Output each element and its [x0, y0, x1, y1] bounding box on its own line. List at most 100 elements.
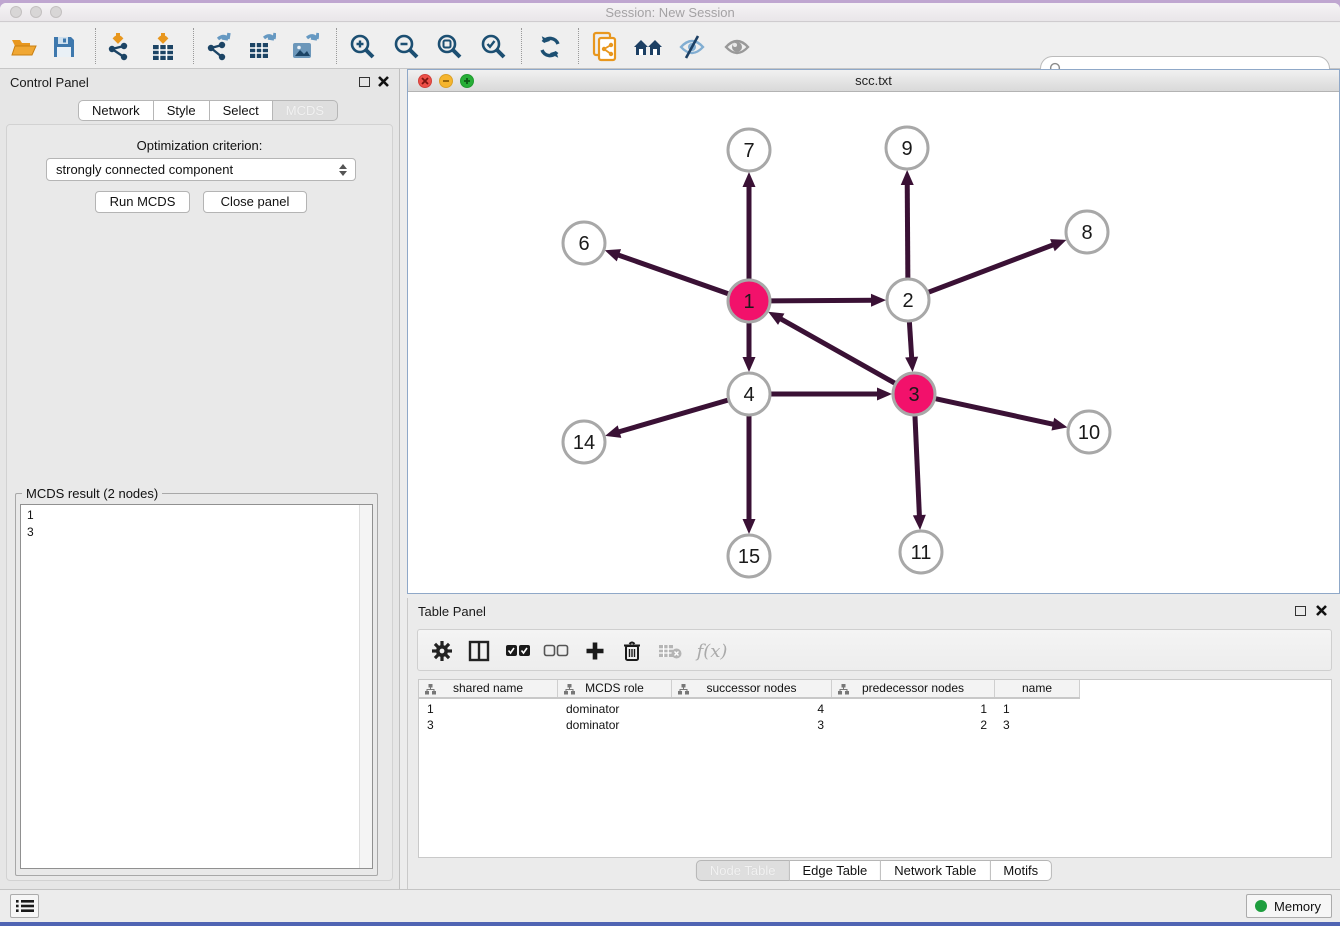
eye-slash-icon	[678, 34, 706, 60]
import-network-button[interactable]	[102, 31, 134, 63]
network-frame-titlebar[interactable]: scc.txt	[408, 70, 1339, 92]
float-panel-icon[interactable]	[359, 77, 370, 87]
unselect-all-columns-button[interactable]	[542, 637, 570, 665]
tab-mcds[interactable]: MCDS	[273, 100, 338, 121]
show-view-button[interactable]	[721, 31, 753, 63]
network-canvas[interactable]: 7968124314101511	[408, 92, 1339, 593]
close-panel-icon[interactable]	[377, 75, 390, 88]
networks-home-button[interactable]	[632, 31, 664, 63]
graph-edge-3-10[interactable]	[935, 399, 1055, 425]
graph-edge-2-3[interactable]	[909, 322, 911, 360]
save-icon	[52, 35, 76, 59]
node-table: shared name MCDS role successor nodes pr…	[418, 679, 1332, 858]
cell-successor-nodes[interactable]: 4	[672, 701, 832, 717]
memory-button[interactable]: Memory	[1246, 894, 1332, 918]
graph-edge-arrow-1-7	[743, 172, 756, 187]
delete-table-button[interactable]	[656, 637, 684, 665]
close-panel-button[interactable]: Close panel	[203, 191, 307, 213]
mcds-result-text: 13	[27, 507, 34, 541]
mcds-tab-content: Optimization criterion: strongly connect…	[6, 124, 393, 881]
float-panel-icon[interactable]	[1295, 606, 1306, 616]
app-window: Session: New Session	[0, 3, 1340, 922]
column-header-mcds-role[interactable]: MCDS role	[558, 680, 672, 697]
column-header-predecessor-nodes[interactable]: predecessor nodes	[832, 680, 995, 697]
run-mcds-button[interactable]: Run MCDS	[95, 191, 190, 213]
hide-annotations-button[interactable]	[676, 31, 708, 63]
cell-successor-nodes[interactable]: 3	[672, 717, 832, 733]
column-header-name[interactable]: name	[995, 680, 1080, 697]
tab-network[interactable]: Network	[78, 100, 154, 121]
apply-layout-button[interactable]	[534, 31, 566, 63]
gear-icon	[431, 640, 453, 662]
create-column-button[interactable]	[581, 637, 609, 665]
graph-edge-arrow-4-14	[605, 425, 621, 437]
graph-edge-arrow-1-6	[605, 249, 621, 261]
mcds-result-area[interactable]: 13	[20, 504, 373, 869]
graph-edge-2-8[interactable]	[929, 244, 1056, 292]
function-builder-button[interactable]: f(x)	[692, 637, 732, 665]
graph-node-label-4: 4	[743, 384, 754, 406]
graph-edge-3-1[interactable]	[779, 318, 895, 384]
zoom-fit-button[interactable]	[433, 31, 465, 63]
graph-node-label-10: 10	[1078, 422, 1100, 444]
graph-edge-1-2[interactable]	[771, 300, 874, 301]
table-options-button[interactable]	[428, 637, 456, 665]
hierarchy-icon	[678, 684, 689, 695]
delete-column-button[interactable]	[618, 637, 646, 665]
close-panel-icon[interactable]	[1315, 604, 1328, 617]
import-table-button[interactable]	[147, 31, 179, 63]
graph-edge-3-11[interactable]	[915, 416, 920, 518]
tab-style[interactable]: Style	[154, 100, 210, 121]
show-column-panel-button[interactable]	[465, 637, 493, 665]
tab-node-table[interactable]: Node Table	[696, 860, 790, 881]
houses-icon	[632, 35, 664, 59]
cell-name[interactable]: 1	[995, 701, 1080, 717]
cell-predecessor-nodes[interactable]: 1	[832, 701, 995, 717]
graph-edge-4-14[interactable]	[617, 400, 728, 432]
toolbar-separator	[193, 28, 194, 64]
zoom-selected-icon	[479, 33, 507, 61]
column-header-successor-nodes[interactable]: successor nodes	[672, 680, 832, 697]
graph-node-label-2: 2	[902, 290, 913, 312]
main-toolbar	[0, 23, 1340, 69]
hierarchy-icon	[838, 684, 849, 695]
graph-edge-2-9[interactable]	[907, 182, 908, 278]
select-all-columns-button[interactable]	[504, 637, 532, 665]
zoom-selected-button[interactable]	[477, 31, 509, 63]
delete-table-icon	[658, 643, 682, 659]
graph-edge-1-6[interactable]	[616, 254, 728, 293]
tab-network-table[interactable]: Network Table	[881, 860, 990, 881]
result-scrollbar[interactable]	[359, 505, 372, 868]
cell-mcds-role[interactable]: dominator	[558, 701, 672, 717]
table-row[interactable]: 1 dominator 4 1 1	[419, 701, 1080, 717]
control-panel-header: Control Panel	[0, 69, 399, 95]
open-session-button[interactable]	[8, 31, 40, 63]
tab-edge-table[interactable]: Edge Table	[789, 860, 881, 881]
zoom-out-button[interactable]	[390, 31, 422, 63]
export-network-button[interactable]	[202, 31, 234, 63]
cell-name[interactable]: 3	[995, 717, 1080, 733]
zoom-fit-icon	[435, 33, 463, 61]
tab-motifs[interactable]: Motifs	[990, 860, 1052, 881]
fx-icon: f(x)	[697, 641, 728, 662]
cell-mcds-role[interactable]: dominator	[558, 717, 672, 733]
cell-predecessor-nodes[interactable]: 2	[832, 717, 995, 733]
criterion-select[interactable]: strongly connected component	[46, 158, 356, 181]
export-table-button[interactable]	[246, 31, 278, 63]
cell-shared-name[interactable]: 3	[419, 717, 558, 733]
tab-select[interactable]: Select	[210, 100, 273, 121]
column-header-shared-name[interactable]: shared name	[419, 680, 558, 697]
cell-shared-name[interactable]: 1	[419, 701, 558, 717]
task-history-button[interactable]	[10, 894, 39, 918]
list-icon	[16, 899, 34, 913]
network-frame-title: scc.txt	[408, 73, 1339, 88]
table-row[interactable]: 3 dominator 3 2 3	[419, 717, 1080, 733]
clone-network-button[interactable]	[589, 31, 621, 63]
mcds-result-group: MCDS result (2 nodes) 13	[15, 493, 378, 876]
zoom-in-button[interactable]	[346, 31, 378, 63]
hierarchy-icon	[425, 684, 436, 695]
graph-node-label-14: 14	[573, 432, 595, 454]
export-image-button[interactable]	[289, 31, 321, 63]
save-session-button[interactable]	[48, 31, 80, 63]
graph-node-label-3: 3	[908, 384, 919, 406]
